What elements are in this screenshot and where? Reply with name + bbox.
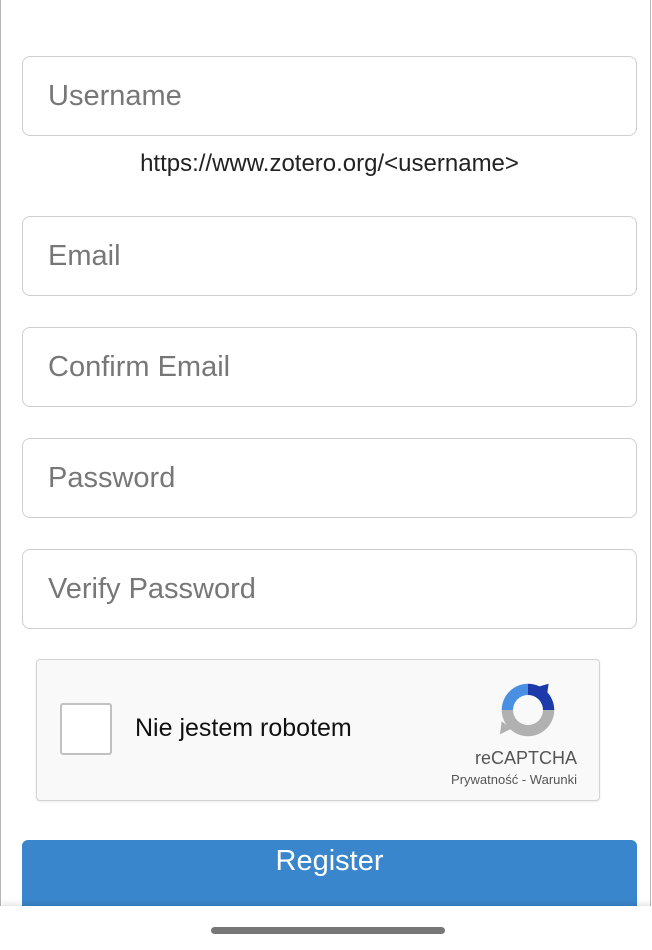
recaptcha-checkbox[interactable]	[60, 703, 112, 755]
recaptcha-brand: reCAPTCHA	[474, 748, 577, 768]
verify-password-input[interactable]	[23, 550, 636, 628]
profile-url-hint: https://www.zotero.org/<username>	[140, 150, 519, 177]
email-field[interactable]	[22, 216, 637, 296]
confirm-email-field[interactable]	[22, 327, 637, 407]
privacy-link[interactable]: Prywatność	[451, 772, 518, 787]
username-field[interactable]	[22, 56, 637, 136]
verify-password-field[interactable]	[22, 549, 637, 629]
recaptcha-logo-icon	[499, 683, 555, 737]
recaptcha-links: Prywatność - Warunki	[451, 772, 577, 787]
password-field[interactable]	[22, 438, 637, 518]
system-navigation-bar	[0, 906, 652, 950]
email-input[interactable]	[23, 217, 636, 295]
home-gesture-handle[interactable]	[211, 927, 445, 934]
recaptcha-label: Nie jestem robotem	[135, 714, 352, 742]
password-input[interactable]	[23, 439, 636, 517]
terms-link[interactable]: Warunki	[530, 772, 577, 787]
links-separator: -	[518, 772, 530, 787]
recaptcha-widget: Nie jestem robotem reCAPTCHA Prywatność …	[36, 659, 600, 801]
confirm-email-input[interactable]	[23, 328, 636, 406]
username-input[interactable]	[23, 57, 636, 135]
